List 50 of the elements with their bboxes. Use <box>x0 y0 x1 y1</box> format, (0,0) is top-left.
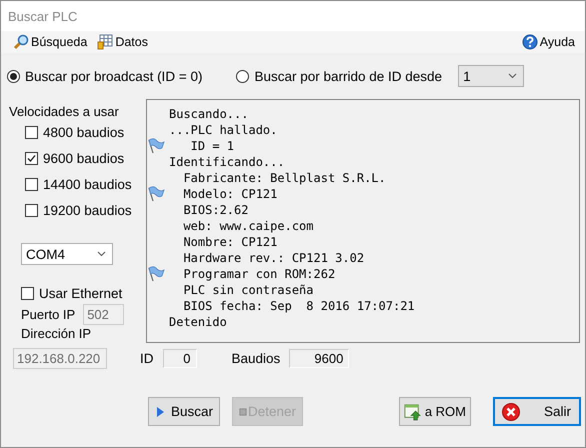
log-line: BIOS:2.62 <box>182 203 248 217</box>
checkbox[interactable]: Usar Ethernet <box>21 283 122 303</box>
help-icon <box>522 34 538 50</box>
log-line: Hardware rev.: CP121 3.02 <box>182 251 364 265</box>
button[interactable]: a ROM <box>399 397 471 426</box>
log-line: Identificando... <box>169 155 285 169</box>
help-menu-item[interactable]: Ayuda <box>522 34 575 50</box>
check-icon <box>27 154 36 162</box>
log-line: Fabricante: Bellplast S.R.L. <box>182 171 386 185</box>
readout-field: 0 <box>162 348 196 368</box>
readout-field: 9600 <box>289 348 350 368</box>
button[interactable]: Salir <box>493 397 581 426</box>
checkbox[interactable]: 4800 baudios <box>25 119 146 145</box>
window-upload-icon <box>404 402 422 422</box>
log-line: Programar con ROM:262 <box>182 267 336 281</box>
button[interactable]: Buscar <box>148 397 220 426</box>
log-line: web: www.caipe.com <box>182 219 314 233</box>
window-title: Buscar PLC <box>1 1 585 31</box>
field-label: ID <box>140 350 154 366</box>
close-icon <box>501 402 521 422</box>
flag-icon <box>147 186 165 202</box>
port-field[interactable]: 502 <box>83 304 124 325</box>
flag-icon <box>147 266 165 282</box>
log-line: PLC sin contraseña <box>182 283 314 297</box>
checkbox[interactable]: 19200 baudios <box>25 197 146 223</box>
checkbox[interactable]: 9600 baudios <box>25 145 146 171</box>
log-line: Modelo: CP121 <box>182 187 278 201</box>
magnifier-icon <box>13 34 29 50</box>
menu-item[interactable]: Datos <box>97 34 148 50</box>
field-label: Baudios <box>232 350 280 366</box>
log-line: Detenido <box>169 315 227 329</box>
menu-item[interactable]: Búsqueda <box>13 34 88 50</box>
log-line: Buscando... <box>169 107 248 121</box>
radio-option[interactable]: Buscar por barrido de ID desde <box>236 68 442 84</box>
field-label: Dirección IP <box>21 326 92 341</box>
log-line: BIOS fecha: Sep 8 2016 17:07:21 <box>182 299 415 313</box>
table-icon <box>97 34 114 50</box>
checkbox[interactable]: 14400 baudios <box>25 171 146 197</box>
port-dropdown[interactable]: COM4 <box>21 243 113 265</box>
id-dropdown[interactable]: 1 <box>458 65 524 87</box>
ip-address-field[interactable]: 192.168.0.220 <box>13 348 107 368</box>
field-label: Puerto IP <box>21 307 76 322</box>
play-icon <box>155 406 165 418</box>
log-line: ID = 1 <box>190 139 234 153</box>
radio-option[interactable]: Buscar por broadcast (ID = 0) <box>7 68 202 84</box>
stop-icon <box>239 406 247 416</box>
log-line: Nombre: CP121 <box>182 235 278 249</box>
log-line: ...PLC hallado. <box>169 123 278 137</box>
group-label: Velocidades a usar <box>9 104 120 119</box>
flag-icon <box>147 138 165 154</box>
